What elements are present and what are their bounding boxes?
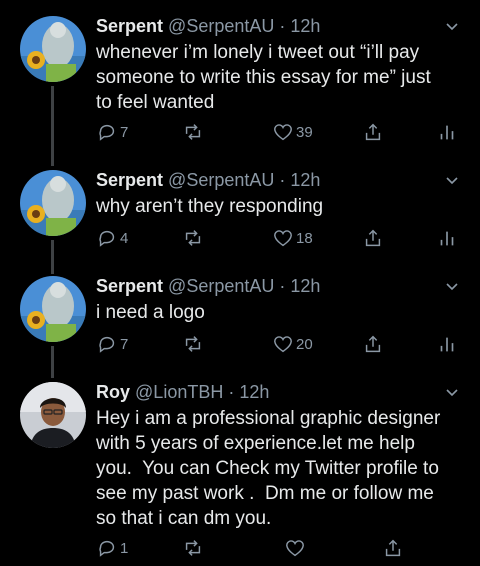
thread-connector	[51, 86, 54, 166]
chevron-down-icon[interactable]	[444, 172, 460, 188]
retweet-button[interactable]	[182, 536, 204, 560]
reply-icon	[99, 124, 115, 141]
retweet-icon	[185, 336, 201, 352]
retweet-icon	[185, 540, 201, 556]
serpent-avatar-image	[20, 170, 86, 236]
retweet-button[interactable]	[182, 226, 204, 250]
analytics-button[interactable]	[436, 120, 458, 144]
tweet-actions: 7 20	[96, 332, 466, 356]
tweet-header: Serpent @SerpentAU · 12h	[96, 168, 320, 192]
tweet-actions: 4 18	[96, 226, 466, 250]
reply-icon	[99, 336, 115, 353]
thread-connector	[51, 240, 54, 274]
tweet[interactable]: Serpent @SerpentAU · 12h i need a logo 7…	[0, 274, 480, 378]
tweet-actions: 1	[96, 536, 466, 560]
like-icon	[274, 336, 292, 353]
separator-dot: ·	[228, 382, 235, 402]
reply-count: 7	[120, 335, 129, 353]
display-name[interactable]: Roy	[96, 382, 130, 402]
tweet-actions: 7 39	[96, 120, 466, 144]
analytics-button[interactable]	[436, 226, 458, 250]
retweet-icon	[185, 124, 201, 140]
analytics-icon	[440, 125, 454, 140]
tweet[interactable]: Serpent @SerpentAU · 12h whenever i’m lo…	[0, 14, 480, 166]
separator-dot: ·	[279, 16, 286, 36]
display-name[interactable]: Serpent	[96, 170, 163, 190]
chevron-down-icon[interactable]	[444, 384, 460, 400]
reply-button[interactable]: 7	[96, 332, 128, 356]
serpent-avatar-image	[20, 276, 86, 342]
tweet-header: Serpent @SerpentAU · 12h	[96, 274, 320, 298]
user-handle[interactable]: @SerpentAU	[168, 170, 274, 190]
avatar[interactable]	[20, 276, 86, 342]
timestamp[interactable]: 12h	[239, 382, 269, 402]
share-icon	[385, 539, 401, 557]
timestamp[interactable]: 12h	[290, 16, 320, 36]
avatar[interactable]	[20, 170, 86, 236]
display-name[interactable]: Serpent	[96, 276, 163, 296]
like-icon	[286, 540, 304, 557]
separator-dot: ·	[279, 170, 286, 190]
share-button[interactable]	[362, 226, 384, 250]
like-count: 39	[296, 123, 313, 141]
avatar[interactable]	[20, 382, 86, 448]
reply-icon	[99, 230, 115, 247]
tweet[interactable]: Serpent @SerpentAU · 12h why aren’t they…	[0, 168, 480, 274]
retweet-icon	[185, 230, 201, 246]
analytics-icon	[440, 231, 454, 246]
like-count: 20	[296, 335, 313, 353]
reply-count: 4	[120, 229, 129, 247]
separator-dot: ·	[279, 276, 286, 296]
share-icon	[365, 123, 381, 141]
share-button[interactable]	[362, 120, 384, 144]
share-icon	[365, 229, 381, 247]
reply-count: 7	[120, 123, 129, 141]
share-icon	[365, 335, 381, 353]
tweet-header: Roy @LionTBH · 12h	[96, 380, 269, 404]
reply-button[interactable]: 7	[96, 120, 128, 144]
tweet-text: i need a logo	[96, 302, 205, 323]
reply-button[interactable]: 1	[96, 536, 128, 560]
like-icon	[274, 124, 292, 141]
tweet[interactable]: Roy @LionTBH · 12h Hey i am a profession…	[0, 380, 480, 566]
user-handle[interactable]: @SerpentAU	[168, 16, 274, 36]
like-button[interactable]: 20	[272, 332, 313, 356]
reply-count: 1	[120, 539, 129, 557]
tweet-text: Hey i am a professional graphic designer…	[96, 408, 441, 529]
user-handle[interactable]: @LionTBH	[135, 382, 223, 402]
like-icon	[274, 230, 292, 247]
chevron-down-icon[interactable]	[444, 18, 460, 34]
timestamp[interactable]: 12h	[290, 170, 320, 190]
reply-button[interactable]: 4	[96, 226, 128, 250]
retweet-button[interactable]	[182, 332, 204, 356]
tweet-text: why aren’t they responding	[96, 196, 324, 217]
reply-icon	[99, 540, 115, 557]
share-button[interactable]	[362, 332, 384, 356]
chevron-down-icon[interactable]	[444, 278, 460, 294]
share-button[interactable]	[382, 536, 404, 560]
avatar[interactable]	[20, 16, 86, 82]
retweet-button[interactable]	[182, 120, 204, 144]
roy-avatar-image	[20, 382, 86, 448]
like-button[interactable]	[284, 536, 306, 560]
analytics-icon	[440, 337, 454, 352]
tweet-thread: Serpent @SerpentAU · 12h whenever i’m lo…	[0, 0, 480, 566]
display-name[interactable]: Serpent	[96, 16, 163, 36]
serpent-avatar-image	[20, 16, 86, 82]
like-button[interactable]: 39	[272, 120, 313, 144]
like-count: 18	[296, 229, 313, 247]
analytics-button[interactable]	[436, 332, 458, 356]
tweet-header: Serpent @SerpentAU · 12h	[96, 14, 320, 38]
thread-connector	[51, 346, 54, 378]
timestamp[interactable]: 12h	[290, 276, 320, 296]
user-handle[interactable]: @SerpentAU	[168, 276, 274, 296]
tweet-text: whenever i’m lonely i tweet out “i’ll pa…	[96, 42, 431, 113]
like-button[interactable]: 18	[272, 226, 313, 250]
